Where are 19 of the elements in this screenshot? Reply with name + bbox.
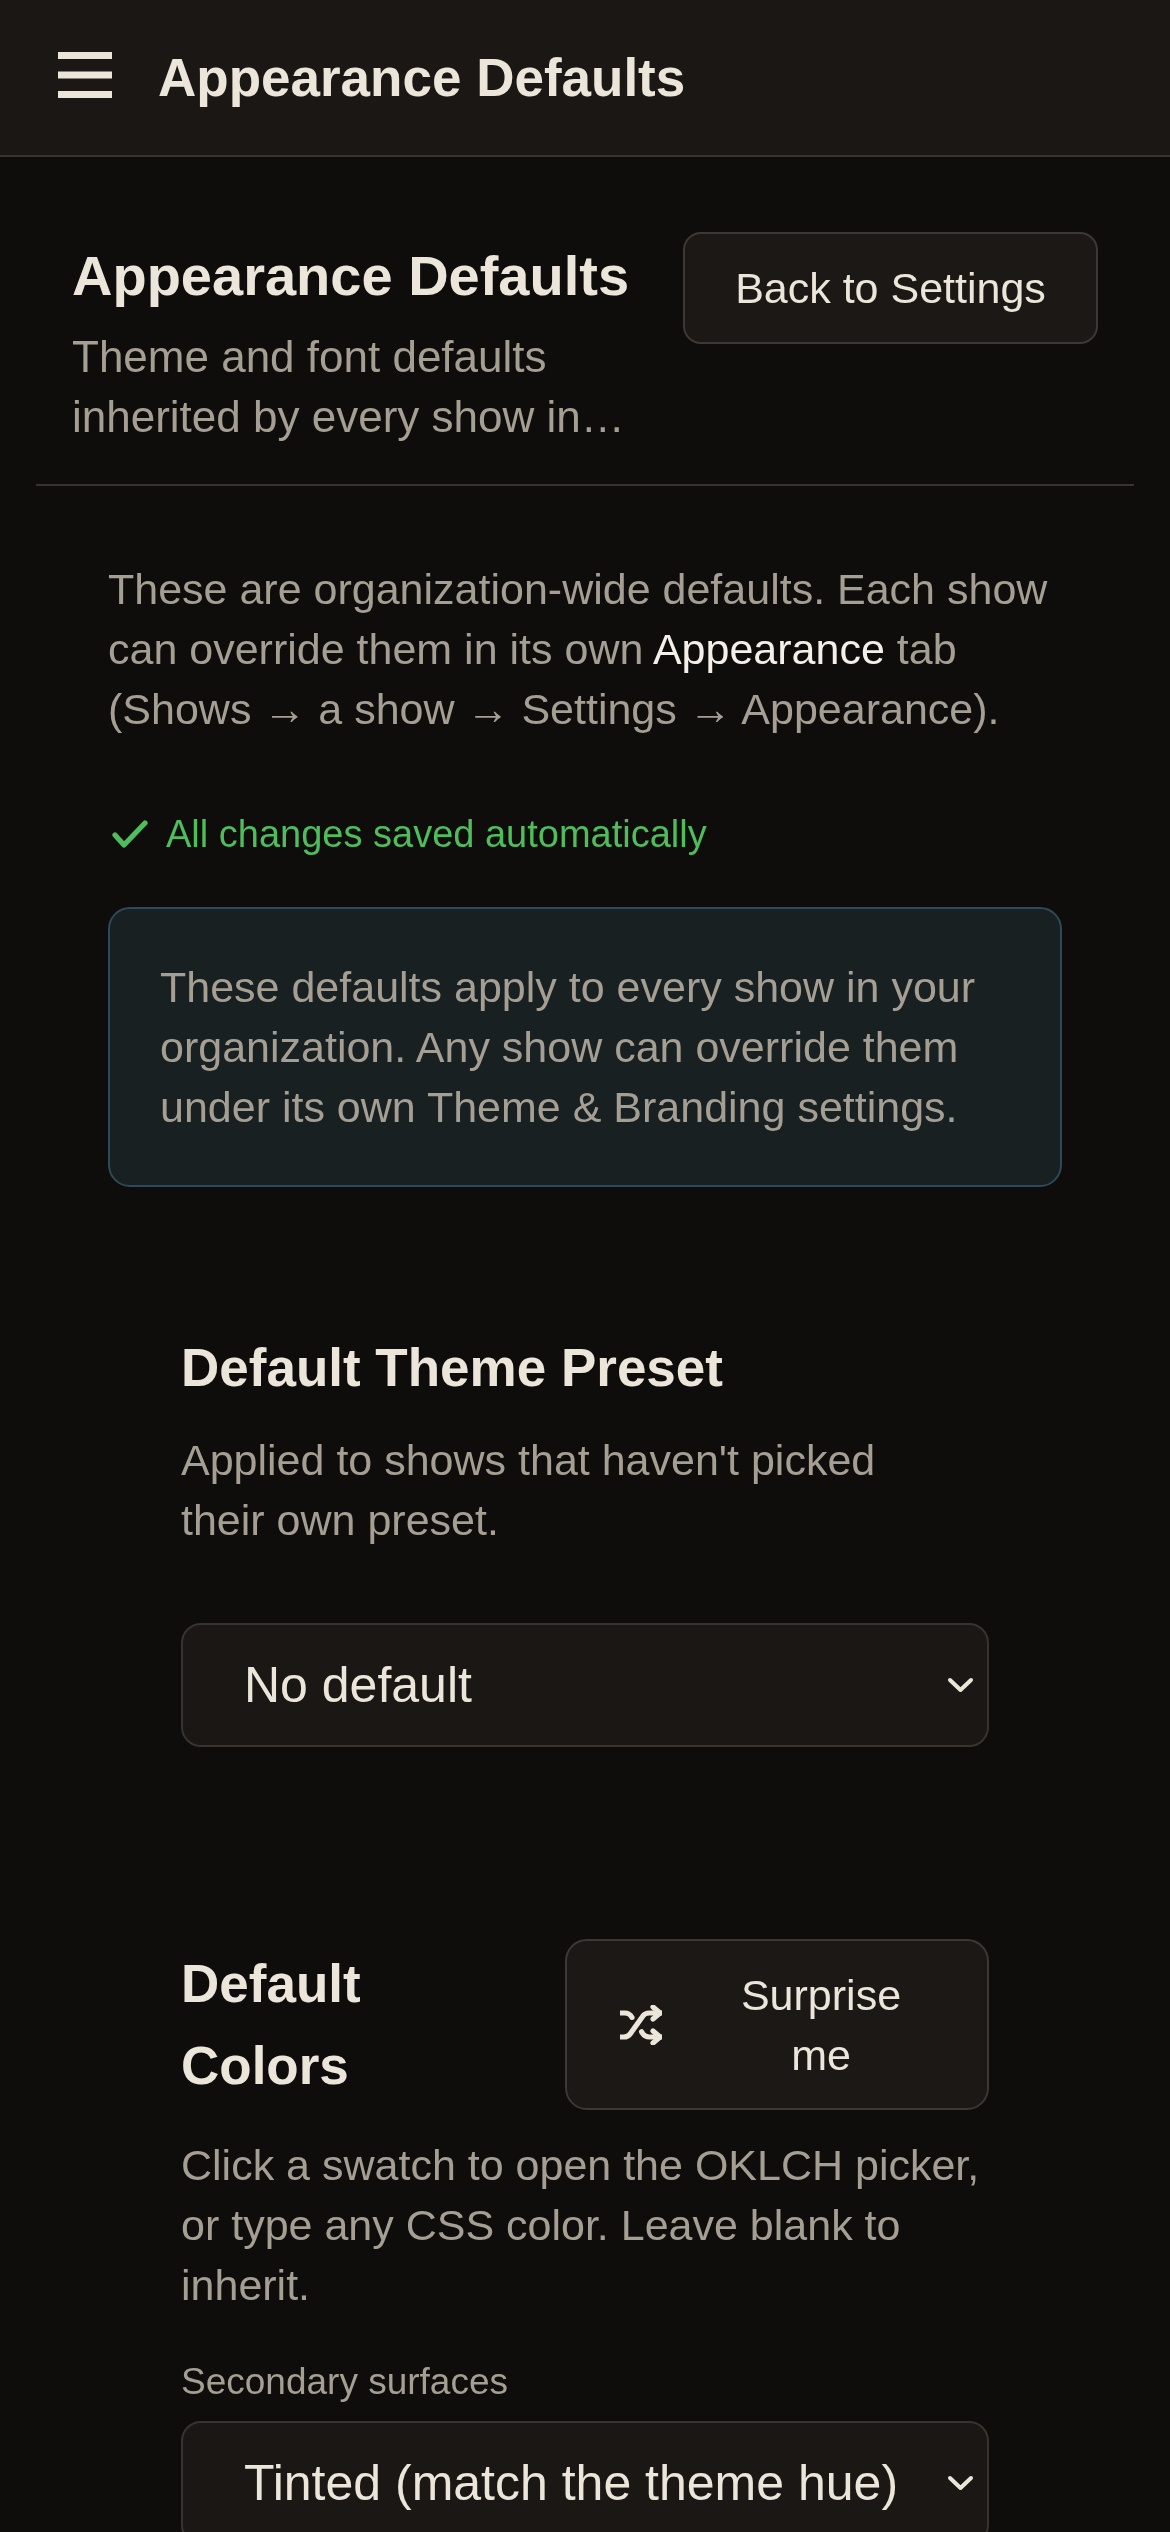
page-heading: Appearance Defaults — [72, 243, 631, 309]
menu-icon[interactable] — [58, 51, 112, 98]
save-status: All changes saved automatically — [166, 812, 707, 857]
section-description: Applied to shows that haven't picked their own preset. — [181, 1435, 877, 1546]
section-heading: Default Colors — [181, 1953, 362, 2097]
section-description: Click a swatch to open the OKLCH picker, or type any CSS color. Leave blank to inherit. — [181, 2140, 981, 2311]
dropdown-field[interactable]: No default — [181, 1623, 989, 1747]
dropdown-field[interactable]: Tinted (match the theme hue) — [181, 2421, 989, 2532]
section-heading: Default Theme Preset — [181, 1337, 724, 1399]
shuffle-icon — [620, 2004, 662, 2045]
surprise-me-button[interactable]: Surprise me — [565, 1939, 989, 2110]
intro-text: These are organization-wide defaults. Each show can override them in its own Appearance tab (Shows → a show → Settings → Appearance). — [108, 564, 1049, 735]
page-title: Appearance Defaults — [158, 46, 686, 109]
info-notice: These defaults apply to every show in your organization. Any show can override them under its own Theme & Branding settings. — [108, 907, 1062, 1187]
back-to-settings-button[interactable]: Back to Settings — [683, 232, 1098, 344]
field-label: Secondary surfaces — [181, 2360, 509, 2404]
chevron-down-icon — [947, 1677, 974, 1693]
chevron-down-icon — [947, 2475, 974, 2491]
page-subtitle: Theme and font defaults inherited by every show in… — [72, 331, 626, 443]
